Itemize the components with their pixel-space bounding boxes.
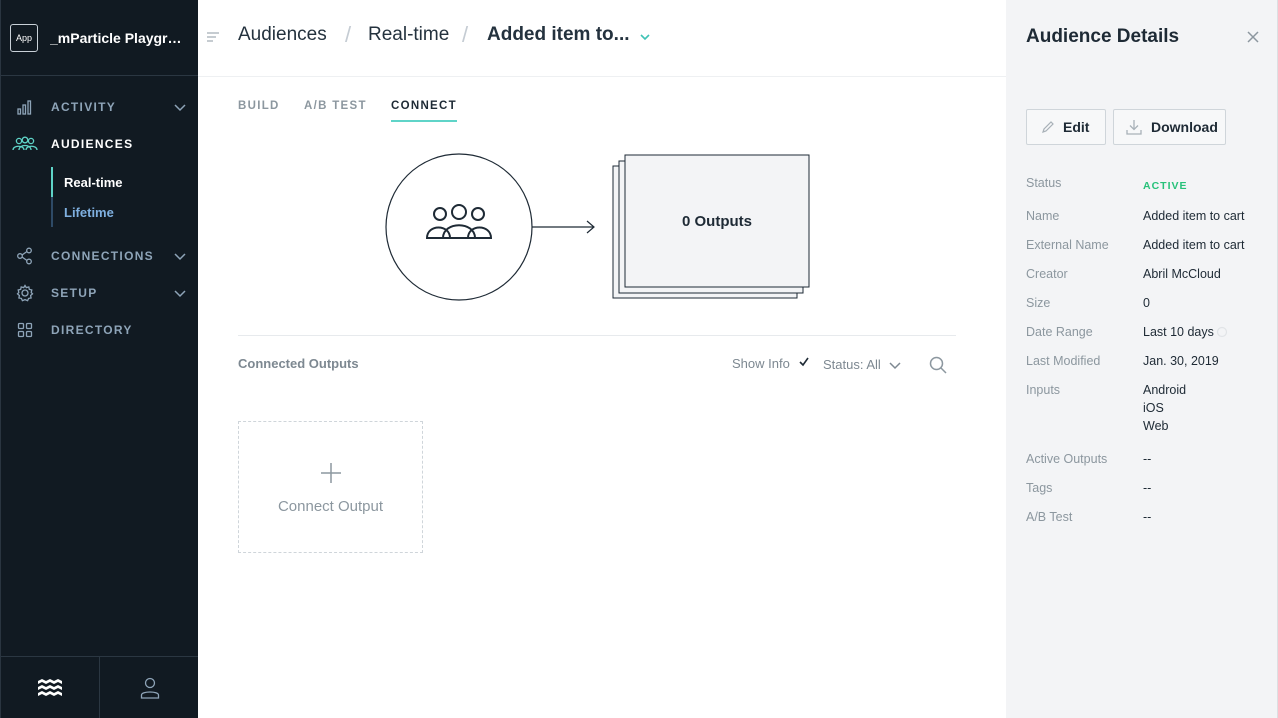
detail-key-name: Name — [1026, 209, 1060, 223]
detail-value-name: Added item to cart — [1143, 209, 1245, 223]
bar-chart-icon — [15, 97, 35, 117]
chevron-down-icon — [174, 253, 186, 261]
connection-diagram: 0 Outputs — [198, 140, 1006, 310]
sidebar: App _mParticle Playground ACTIVITY AUDIE… — [0, 0, 199, 718]
detail-value-tags: -- — [1143, 481, 1152, 495]
breadcrumb-audiences[interactable]: Audiences — [238, 24, 327, 46]
detail-key-ab-test: A/B Test — [1026, 510, 1073, 524]
chevron-down-icon[interactable] — [888, 358, 902, 372]
app-name: _mParticle Playground — [50, 29, 185, 46]
detail-value-external-name: Added item to cart — [1143, 238, 1245, 252]
detail-value-size: 0 — [1143, 296, 1150, 310]
search-icon[interactable] — [928, 355, 948, 375]
audience-circle — [385, 153, 533, 301]
connected-outputs-title: Connected Outputs — [238, 356, 359, 371]
list-menu-icon[interactable] — [206, 30, 220, 44]
gear-icon — [15, 283, 35, 303]
tab-connect[interactable]: CONNECT — [391, 100, 457, 122]
status-filter[interactable]: Status: All — [823, 357, 881, 372]
edit-button-label: Edit — [1063, 119, 1090, 135]
top-bar: Audiences / Real-time / Added item to... — [198, 0, 1006, 77]
breadcrumb-realtime[interactable]: Real-time — [368, 24, 449, 46]
pencil-icon — [1042, 121, 1054, 133]
nav-label-setup: SETUP — [51, 286, 98, 300]
detail-key-status: Status — [1026, 176, 1062, 190]
status-badge: ACTIVE — [1143, 180, 1188, 192]
connection-diagram-graphic — [385, 153, 810, 301]
panel-title: Audience Details — [1026, 26, 1180, 47]
detail-key-creator: Creator — [1026, 267, 1068, 281]
users-icon — [12, 134, 38, 154]
close-icon[interactable] — [1246, 30, 1260, 44]
detail-key-inputs: Inputs — [1026, 383, 1061, 397]
detail-value-date-range: Last 10 days — [1143, 325, 1214, 339]
logo-icon — [38, 678, 62, 696]
tab-build[interactable]: BUILD — [238, 100, 280, 120]
detail-key-date-range: Date Range — [1026, 325, 1093, 339]
detail-key-last-modified: Last Modified — [1026, 354, 1101, 368]
connect-output-button[interactable]: Connect Output — [238, 421, 423, 553]
detail-value-ab-test: -- — [1143, 510, 1152, 524]
detail-value-input: iOS — [1143, 401, 1164, 415]
app-switcher[interactable]: App _mParticle Playground — [1, 0, 198, 76]
nav-item-audiences[interactable]: AUDIENCES — [1, 132, 199, 156]
sidebar-footer — [1, 656, 199, 718]
sidebar-item-lifetime[interactable]: Lifetime — [51, 197, 191, 227]
nav-item-setup[interactable]: SETUP — [1, 281, 199, 305]
app-badge: App — [10, 23, 38, 52]
show-info-label[interactable]: Show Info — [732, 356, 790, 371]
detail-key-size: Size — [1026, 296, 1051, 310]
detail-key-tags: Tags — [1026, 481, 1053, 495]
detail-value-input: Android — [1143, 383, 1187, 397]
edit-button[interactable]: Edit — [1026, 109, 1106, 145]
chevron-down-icon[interactable] — [638, 30, 652, 44]
plus-icon — [320, 460, 342, 490]
checkmark-icon[interactable] — [798, 356, 810, 368]
download-button[interactable]: Download — [1113, 109, 1226, 145]
connect-output-label: Connect Output — [277, 497, 384, 515]
detail-key-active-outputs: Active Outputs — [1026, 452, 1108, 466]
nav-label-directory: DIRECTORY — [51, 323, 133, 337]
download-button-label: Download — [1151, 119, 1218, 135]
mparticle-logo[interactable] — [1, 657, 99, 718]
nav-label-activity: ACTIVITY — [51, 100, 117, 114]
detail-value-creator: Abril McCloud — [1143, 267, 1221, 281]
outputs-count: 0 Outputs — [682, 212, 752, 230]
tab-ab-test[interactable]: A/B TEST — [304, 100, 367, 120]
chevron-down-icon — [174, 290, 186, 298]
sidebar-item-realtime[interactable]: Real-time — [51, 167, 191, 197]
breadcrumb-separator: / — [345, 22, 352, 47]
connections-icon — [15, 246, 35, 266]
nav-label-connections: CONNECTIONS — [51, 249, 154, 263]
user-profile-button[interactable] — [99, 657, 199, 718]
info-icon[interactable] — [1216, 326, 1228, 338]
detail-key-external-name: External Name — [1026, 238, 1109, 252]
grid-icon — [15, 320, 35, 340]
nav-item-activity[interactable]: ACTIVITY — [1, 95, 199, 119]
breadcrumb-separator: / — [462, 22, 469, 47]
nav-item-directory[interactable]: DIRECTORY — [1, 318, 199, 342]
chevron-down-icon — [174, 104, 186, 112]
divider — [238, 335, 956, 336]
user-icon — [140, 677, 159, 699]
detail-value-active-outputs: -- — [1143, 452, 1152, 466]
nav-item-connections[interactable]: CONNECTIONS — [1, 244, 199, 268]
main-content: Audiences / Real-time / Added item to...… — [198, 0, 1006, 718]
audience-details-panel: Audience Details Edit Download Status AC… — [1006, 0, 1278, 718]
download-icon — [1126, 120, 1142, 135]
detail-value-input: Web — [1143, 419, 1169, 433]
detail-value-last-modified: Jan. 30, 2019 — [1143, 354, 1219, 368]
nav-label-audiences: AUDIENCES — [51, 137, 134, 151]
breadcrumb-current[interactable]: Added item to... — [487, 24, 630, 46]
